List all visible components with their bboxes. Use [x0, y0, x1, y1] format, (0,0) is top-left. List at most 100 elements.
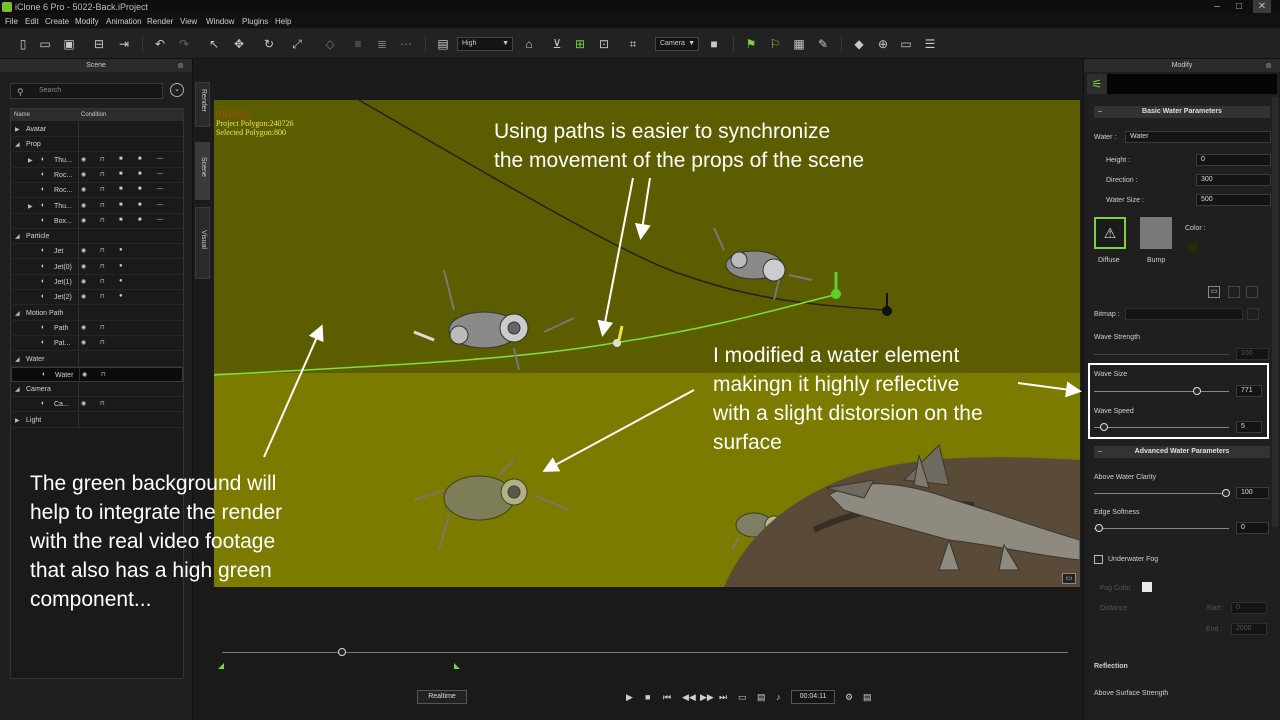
eraser-icon[interactable]: ◇ [322, 36, 338, 52]
export-icon[interactable]: ⇥ [116, 36, 132, 52]
wave-speed-knob[interactable] [1100, 423, 1108, 431]
direction-field[interactable]: 300 [1196, 174, 1271, 186]
expand-arrow-icon[interactable]: ◢ [15, 141, 20, 148]
modify-pin-icon[interactable]: ⊗ [1265, 61, 1272, 70]
scene-tree-row[interactable]: ▶ ◐ Thu... ◉ ⊓ ■ ■ — [11, 198, 183, 214]
delete-texture-icon[interactable] [1246, 286, 1258, 298]
scene-tree-row[interactable]: ◐ Jet(1) ◉ ⊓ ● [11, 275, 183, 290]
lock-icon[interactable]: ⊓ [101, 371, 106, 378]
select-arrow-icon[interactable]: ↖ [206, 36, 222, 52]
expand-arrow-icon[interactable]: ◢ [15, 233, 20, 240]
prev-key-icon[interactable]: ⏮ [663, 692, 671, 703]
next-key-icon[interactable]: ⏭ [719, 692, 727, 703]
loop-icon[interactable]: ▭ [738, 692, 747, 703]
scene-tree-row[interactable]: ◢ Water [11, 351, 183, 367]
height-field[interactable]: 0 [1196, 154, 1271, 166]
scene-tree-row[interactable]: ◐ Path ◉ ⊓ [11, 320, 183, 336]
edge-softness-knob[interactable] [1095, 524, 1103, 532]
music-icon[interactable]: ♪ [776, 692, 781, 702]
condition-icon[interactable]: ● [119, 293, 123, 299]
visibility-icon[interactable]: ◉ [81, 156, 86, 163]
range-end-marker[interactable] [454, 663, 460, 669]
menu-render[interactable]: Render [147, 17, 173, 26]
condition-icon[interactable]: ■ [119, 202, 123, 208]
expand-arrow-icon[interactable]: ◢ [15, 310, 20, 317]
visibility-icon[interactable]: ◉ [81, 171, 86, 178]
condition-icon[interactable]: ■ [119, 186, 123, 192]
rewind-icon[interactable]: ◀◀ [682, 692, 696, 703]
condition-icon[interactable]: ■ [138, 171, 142, 177]
scene-tree-row[interactable]: ◐ Roc... ◉ ⊓ ■ ■ — [11, 167, 183, 183]
modify-scrollbar[interactable] [1272, 97, 1278, 527]
tab-scene[interactable]: Scene [195, 142, 210, 200]
modify-settings-icon[interactable]: ⚟ [1087, 74, 1107, 94]
align-icon[interactable]: ≡ [350, 36, 366, 52]
fog-color-swatch[interactable] [1142, 582, 1152, 592]
bitmap-field[interactable] [1125, 308, 1243, 320]
visibility-icon[interactable]: ◉ [81, 278, 86, 285]
redo-icon[interactable]: ↷ [176, 36, 192, 52]
fog-end-field[interactable]: 2000 [1231, 623, 1267, 635]
menu-create[interactable]: Create [45, 17, 69, 26]
condition-icon[interactable]: ● [119, 278, 123, 284]
scene-tree-row[interactable]: ◐ Ca... ◉ ⊓ [11, 397, 183, 413]
lock-icon[interactable]: ⊓ [100, 186, 105, 193]
timeline-layout-icon[interactable]: ▤ [863, 692, 872, 703]
lock-icon[interactable]: ⊓ [100, 339, 105, 346]
path-tool-icon[interactable]: ⚑ [743, 36, 759, 52]
diffuse-texture-slot[interactable]: ⚠ [1094, 217, 1126, 249]
comment-icon[interactable]: ▤ [757, 692, 766, 703]
wave-strength-field[interactable]: 100 [1236, 348, 1269, 360]
scene-tree-row[interactable]: ◢ Particle [11, 229, 183, 245]
condition-icon[interactable]: — [157, 202, 163, 208]
condition-icon[interactable]: ● [119, 247, 123, 253]
lock-icon[interactable]: ⊓ [100, 247, 105, 254]
expand-arrow-icon[interactable]: ▶ [15, 417, 20, 424]
scene-tree-row[interactable]: ◐ Jet(2) ◉ ⊓ ● [11, 290, 183, 306]
tab-visual[interactable]: Visual [195, 207, 210, 279]
frame-icon[interactable]: ⌗ [625, 36, 641, 52]
wave-speed-field[interactable]: 5 [1236, 421, 1262, 433]
menu-window[interactable]: Window [206, 17, 234, 26]
pick-target-icon[interactable]: ⊻ [549, 36, 565, 52]
scene-tree-row[interactable]: ◢ Prop [11, 137, 183, 153]
scale-icon[interactable]: ⤢ [289, 36, 305, 52]
lock-icon[interactable]: ⊓ [100, 293, 105, 300]
water-size-field[interactable]: 500 [1196, 194, 1271, 206]
underwater-fog-checkbox[interactable] [1094, 555, 1103, 564]
home-view-icon[interactable]: ⌂ [521, 36, 537, 52]
flag-icon[interactable]: ⚐ [767, 36, 783, 52]
scene-tree-row[interactable]: ◐ Jet ◉ ⊓ ● [11, 244, 183, 260]
above-clarity-slider[interactable] [1094, 493, 1229, 494]
stop-icon[interactable]: ■ [645, 692, 650, 702]
zoom-icon[interactable]: ⊕ [875, 36, 891, 52]
condition-icon[interactable]: — [157, 217, 163, 223]
snap-icon[interactable]: ⋯ [398, 36, 414, 52]
new-project-icon[interactable]: ▯ [15, 36, 31, 52]
load-texture-icon[interactable]: ▭ [1208, 286, 1220, 298]
above-clarity-knob[interactable] [1222, 489, 1230, 497]
menu-plugins[interactable]: Plugins [242, 17, 268, 26]
basic-water-section[interactable]: – Basic Water Parameters [1094, 106, 1270, 118]
diamond-icon[interactable]: ◆ [851, 36, 867, 52]
minimize-button[interactable]: – [1208, 0, 1226, 13]
edit-texture-icon[interactable] [1228, 286, 1240, 298]
condition-icon[interactable]: — [157, 171, 163, 177]
move-icon[interactable]: ✥ [231, 36, 247, 52]
folder-link-icon[interactable]: ▭ [898, 36, 914, 52]
condition-icon[interactable]: ■ [119, 171, 123, 177]
visibility-icon[interactable]: ◉ [82, 371, 87, 378]
scene-tree-row[interactable]: ▶ Avatar [11, 122, 183, 137]
menu-animation[interactable]: Animation [106, 17, 142, 26]
tab-render[interactable]: Render [195, 82, 210, 127]
scene-search-input[interactable]: ⚲ Search [10, 83, 163, 99]
condition-icon[interactable]: ● [119, 263, 123, 269]
visibility-icon[interactable]: ◉ [81, 202, 86, 209]
visibility-icon[interactable]: ◉ [81, 263, 86, 270]
grid-icon[interactable]: ⊞ [572, 36, 588, 52]
scene-tree-row[interactable]: ▶ ◐ Thu... ◉ ⊓ ■ ■ — [11, 152, 183, 168]
scene-tree-row[interactable]: ◐ Pat... ◉ ⊓ [11, 336, 183, 352]
menu-edit[interactable]: Edit [25, 17, 39, 26]
wave-size-knob[interactable] [1193, 387, 1201, 395]
expand-arrow-icon[interactable]: ▶ [28, 157, 33, 164]
